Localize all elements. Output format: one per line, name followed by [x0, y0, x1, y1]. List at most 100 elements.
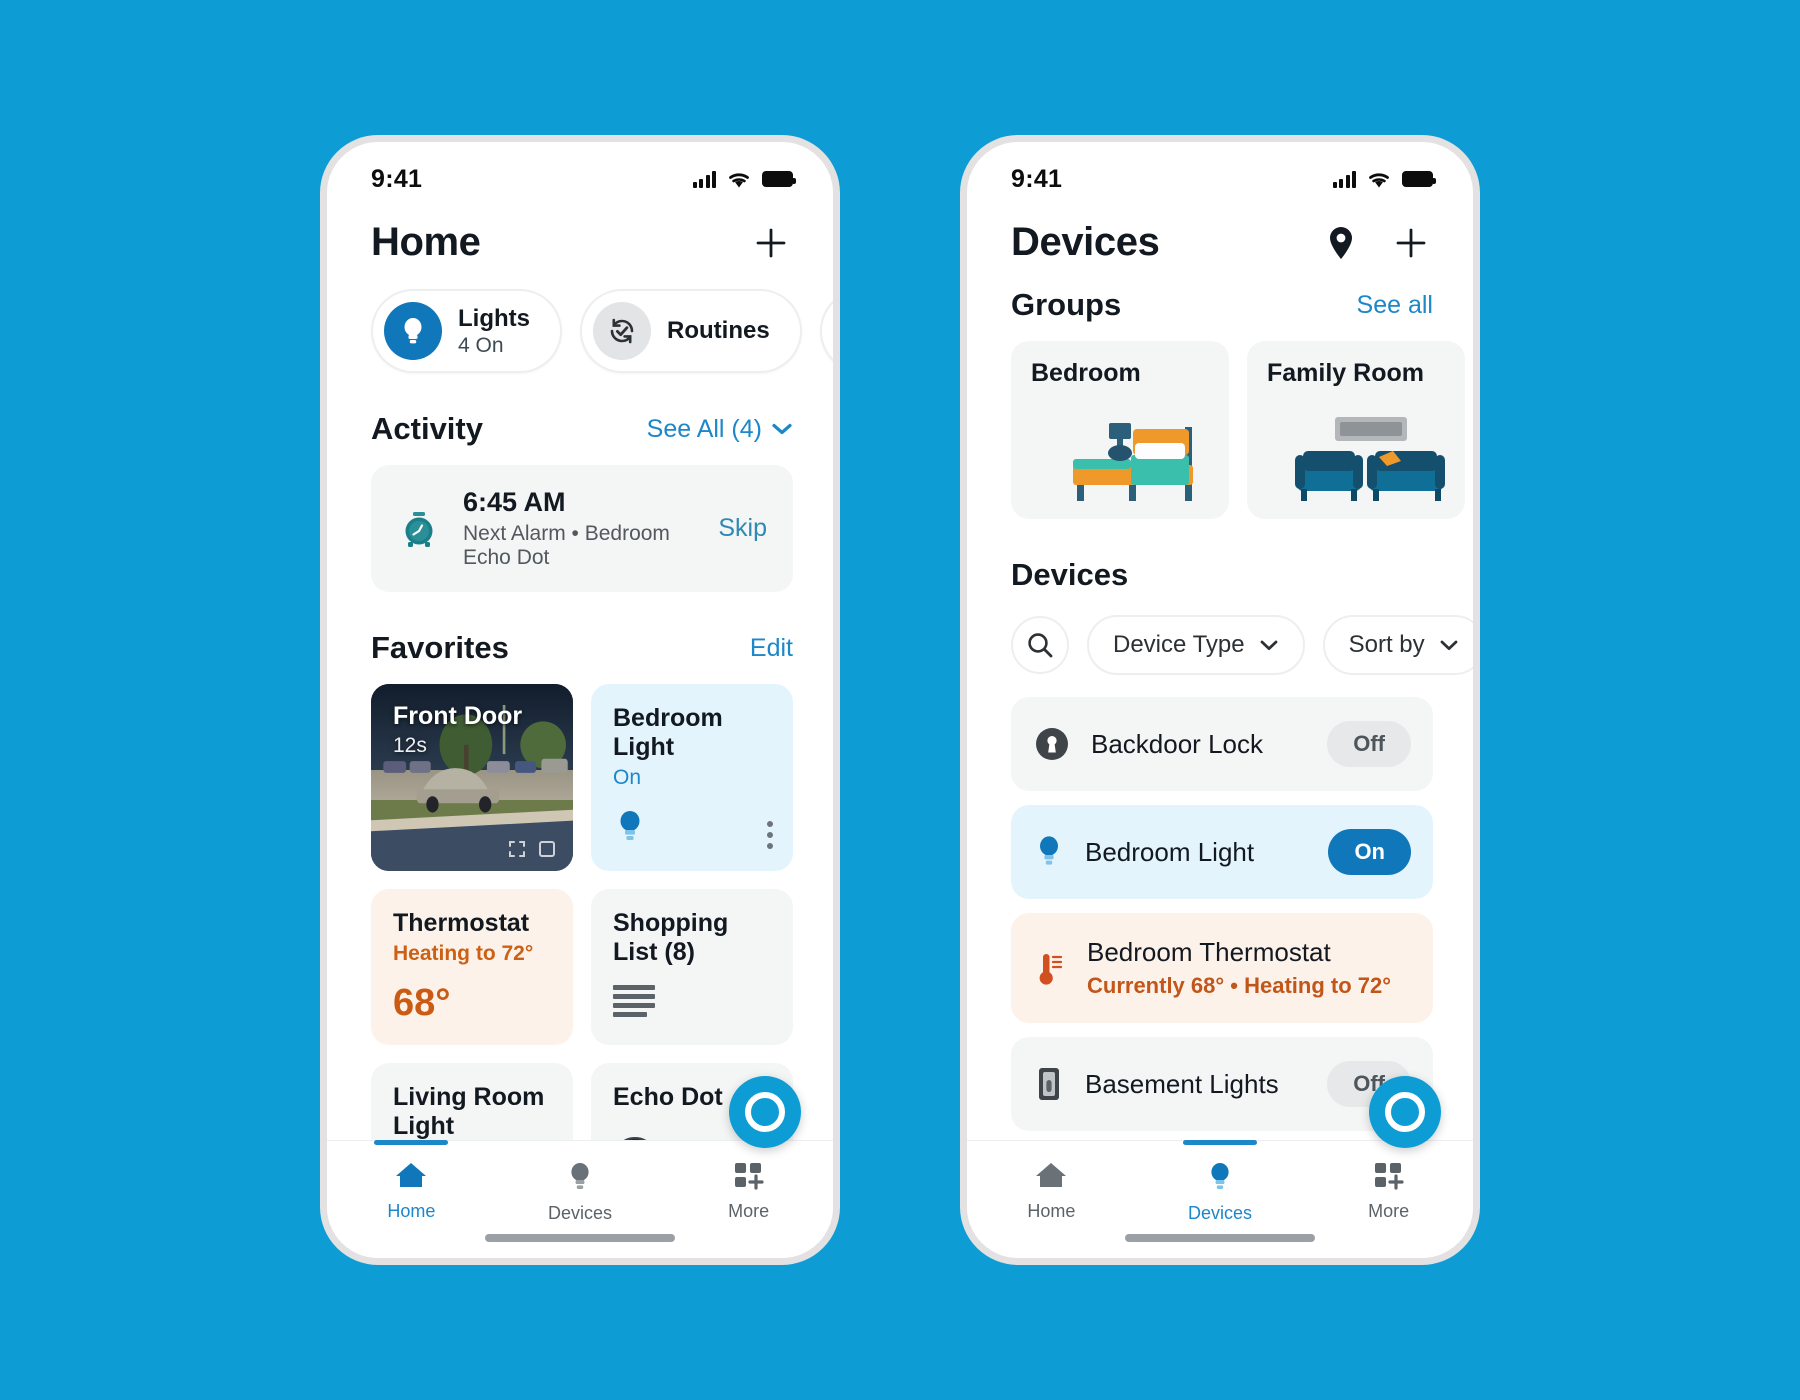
page-title: Devices	[1011, 220, 1160, 264]
add-button[interactable]	[1389, 221, 1433, 265]
map-pin-icon	[1330, 226, 1352, 259]
quick-action-chips[interactable]: Lights 4 On Routines	[327, 275, 833, 373]
device-status: Currently 68° • Heating to 72°	[1087, 973, 1392, 998]
card-title: Thermostat	[393, 909, 530, 937]
status-bar: 9:41	[967, 142, 1473, 204]
devices-navbar: Devices	[967, 204, 1473, 275]
devices-scroll-area[interactable]: Groups See all Bedroom Family Room Devic…	[967, 275, 1473, 1140]
card-overflow-menu[interactable]	[767, 821, 773, 849]
battery-icon	[1402, 171, 1436, 187]
group-card-bedroom[interactable]: Bedroom	[1011, 341, 1229, 519]
device-list: Backdoor Lock Off Bedroom Light On Bedro…	[1011, 697, 1433, 1140]
list-lines-icon	[613, 985, 655, 1017]
skip-alarm-button[interactable]: Skip	[718, 514, 767, 543]
bottom-tab-bar[interactable]: Home Devices More	[327, 1140, 833, 1258]
device-name: Bedroom Light	[1085, 836, 1255, 867]
favorite-card-camera[interactable]: Front Door 12s	[371, 684, 573, 871]
grid-plus-icon	[734, 1163, 764, 1190]
bottom-tab-bar[interactable]: Home Devices More	[967, 1140, 1473, 1258]
chip-lights[interactable]: Lights 4 On	[371, 289, 562, 373]
tab-devices[interactable]: Devices	[496, 1159, 665, 1224]
activity-item[interactable]: 6:45 AM Next Alarm • Bedroom Echo Dot Sk…	[371, 465, 793, 592]
chip-routines[interactable]: Routines	[580, 289, 802, 373]
edit-favorites-link[interactable]: Edit	[750, 634, 793, 663]
see-all-activity-link[interactable]: See All (4)	[647, 415, 793, 444]
favorite-card-bedroom-light[interactable]: Bedroom Light On	[591, 684, 793, 871]
device-row-bedroom-thermostat[interactable]: Bedroom Thermostat Currently 68° • Heati…	[1011, 913, 1433, 1023]
tab-more[interactable]: More	[1304, 1159, 1473, 1222]
alexa-button[interactable]	[729, 1076, 801, 1148]
tab-label: Home	[1027, 1201, 1076, 1221]
tab-label: Home	[387, 1201, 436, 1221]
see-all-groups-link[interactable]: See all	[1357, 291, 1433, 320]
search-button[interactable]	[1011, 616, 1069, 674]
cellular-signal-icon	[692, 170, 716, 188]
group-card-family-room[interactable]: Family Room	[1247, 341, 1465, 519]
add-button[interactable]	[749, 221, 793, 265]
home-navbar: Home	[327, 204, 833, 275]
alarm-clock-icon	[405, 511, 433, 547]
status-bar: 9:41	[327, 142, 833, 204]
favorite-card-thermostat[interactable]: Thermostat Heating to 72° 68°	[371, 889, 573, 1045]
card-title: Shopping List (8)	[613, 909, 729, 966]
tab-home[interactable]: Home	[327, 1140, 496, 1222]
devices-title: Devices	[1011, 557, 1129, 592]
groups-section-header: Groups See all	[967, 287, 1473, 323]
device-toggle[interactable]: On	[1328, 829, 1411, 875]
device-toggle[interactable]: Off	[1327, 721, 1411, 767]
battery-icon	[762, 171, 796, 187]
status-indicators	[692, 170, 796, 189]
search-icon	[1028, 633, 1053, 658]
sofa-tv-illustration	[1295, 417, 1445, 501]
tab-label: Devices	[1187, 1203, 1253, 1223]
tab-label: Devices	[547, 1203, 613, 1223]
tab-devices[interactable]: Devices	[1136, 1140, 1305, 1224]
card-status: Heating to 72°	[393, 942, 534, 965]
chip-music[interactable]: Mu	[819, 289, 833, 373]
alexa-button[interactable]	[1369, 1076, 1441, 1148]
favorites-grid: Front Door 12s Bedroom Light On Thermost…	[371, 684, 793, 1140]
chevron-down-icon	[772, 423, 792, 435]
tab-label: More	[728, 1201, 770, 1221]
device-row-backdoor-lock[interactable]: Backdoor Lock Off	[1011, 697, 1433, 791]
cellular-signal-icon	[1332, 170, 1356, 188]
groups-title: Groups	[1011, 287, 1122, 322]
camera-name: Front Door	[393, 702, 523, 730]
sort-by-filter[interactable]: Sort by	[1322, 615, 1473, 675]
group-name: Family Room	[1267, 359, 1424, 387]
devices-section-header: Devices	[967, 557, 1473, 593]
card-title: Living Room Light	[393, 1083, 545, 1140]
bed-illustration	[1073, 423, 1193, 501]
home-icon	[396, 1163, 427, 1187]
tab-more[interactable]: More	[664, 1159, 833, 1222]
grid-plus-icon	[1374, 1163, 1404, 1190]
active-tab-indicator	[1183, 1140, 1257, 1145]
status-time: 9:41	[371, 164, 423, 193]
home-scroll-area[interactable]: Lights 4 On Routines Activity See All (4…	[327, 275, 833, 1140]
favorites-title: Favorites	[371, 630, 509, 665]
favorite-card-shopping-list[interactable]: Shopping List (8)	[591, 889, 793, 1045]
fullscreen-icon[interactable]	[537, 839, 557, 859]
thermostat-temperature: 68°	[393, 982, 451, 1024]
groups-carousel[interactable]: Bedroom Family Room	[967, 341, 1473, 519]
home-indicator	[1125, 1234, 1315, 1242]
status-indicators	[1332, 170, 1436, 189]
device-filters[interactable]: Device Type Sort by	[967, 615, 1473, 675]
device-type-filter[interactable]: Device Type	[1087, 615, 1305, 675]
card-title: Bedroom Light	[613, 704, 723, 761]
lightbulb-icon	[1211, 1163, 1229, 1189]
expand-icon[interactable]	[507, 839, 527, 859]
active-tab-indicator	[374, 1140, 449, 1145]
map-view-button[interactable]	[1319, 221, 1363, 265]
alexa-ring-icon	[745, 1092, 785, 1132]
chevron-down-icon	[1440, 640, 1458, 650]
lightbulb-icon[interactable]	[613, 806, 771, 851]
device-row-bedroom-light[interactable]: Bedroom Light On	[1011, 805, 1433, 899]
chip-sublabel: 4 On	[458, 333, 504, 357]
tab-home[interactable]: Home	[967, 1159, 1136, 1222]
alexa-ring-icon	[1385, 1092, 1425, 1132]
phone-home: 9:41 Home Lights 4 On Routines Activity …	[320, 135, 840, 1265]
favorite-card-living-room-light[interactable]: Living Room Light Off	[371, 1063, 573, 1140]
device-name: Basement Lights	[1085, 1068, 1279, 1099]
lightbulb-icon	[384, 302, 442, 360]
